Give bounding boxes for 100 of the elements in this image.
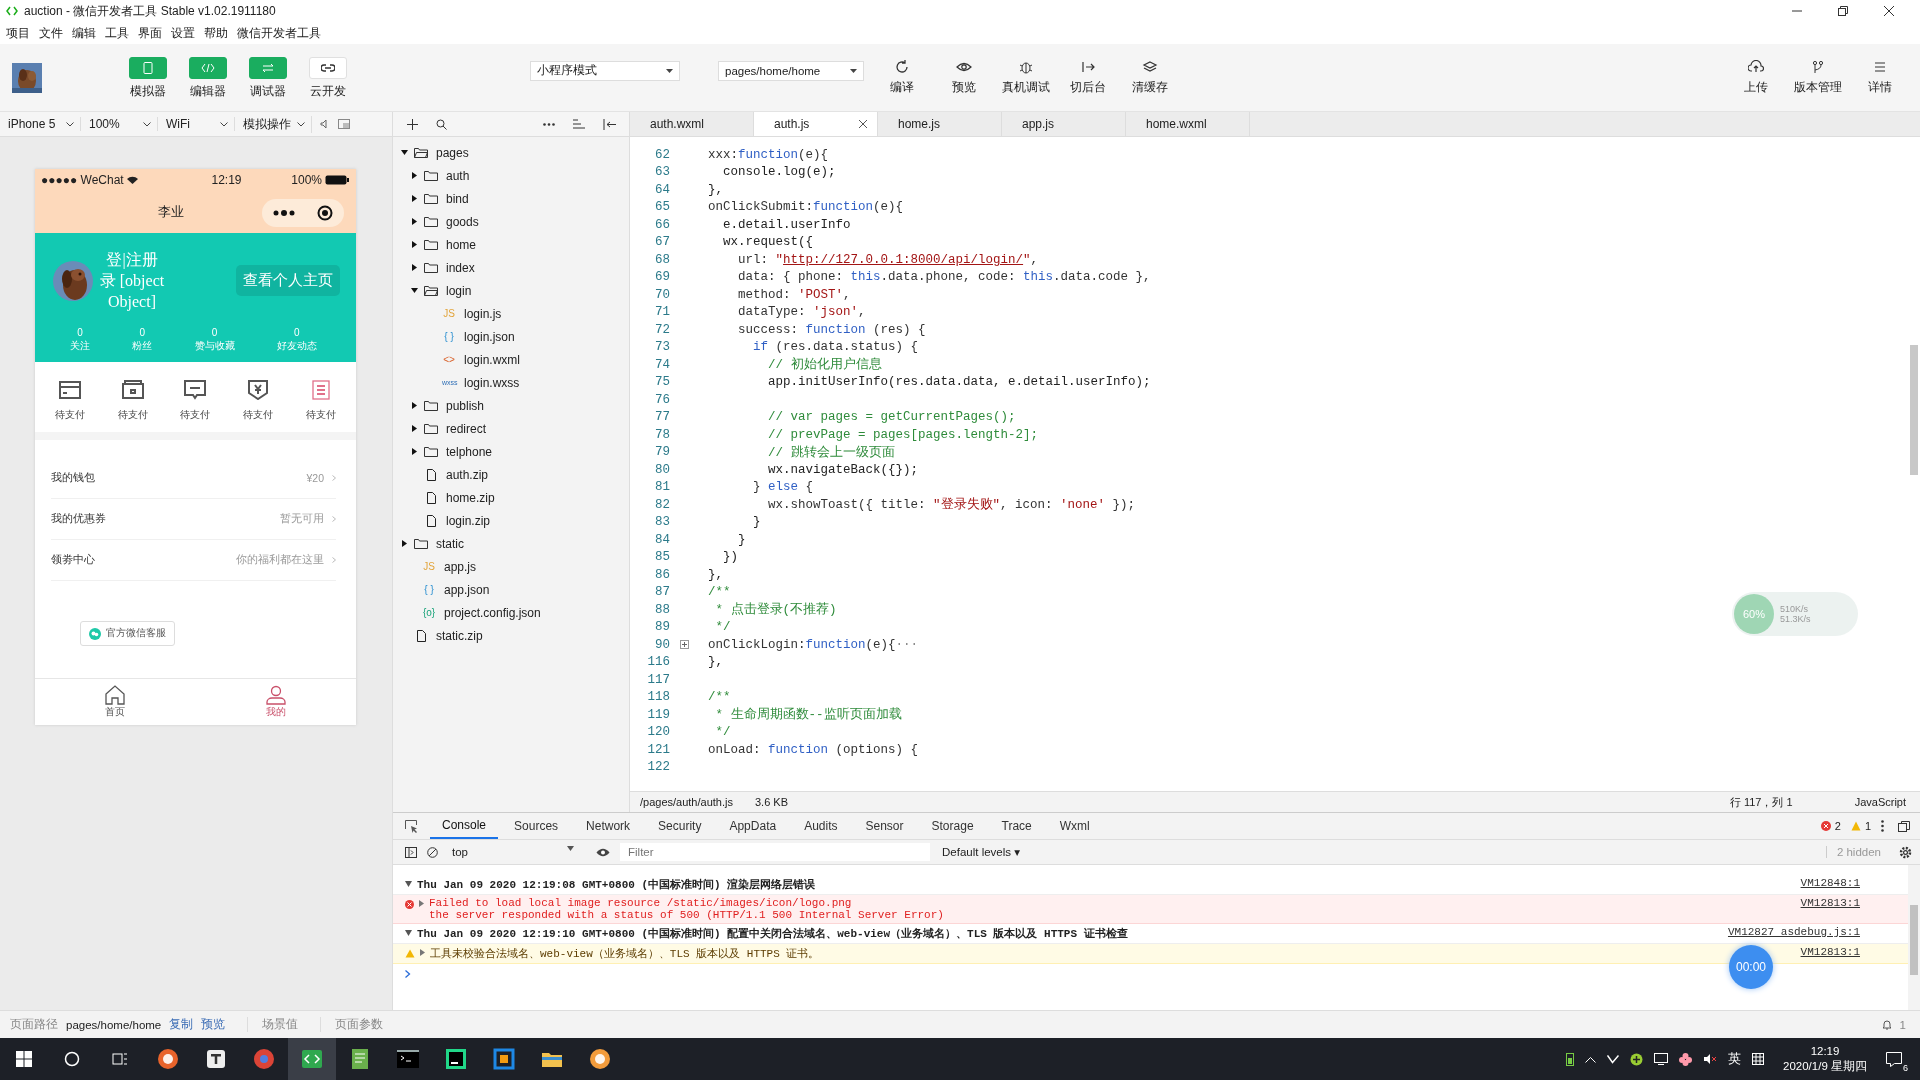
file-tree-item[interactable]: auth	[393, 164, 629, 187]
close-icon[interactable]	[1884, 6, 1894, 16]
devtools-tab[interactable]: Trace	[989, 813, 1044, 839]
file-tree-item[interactable]: static.zip	[393, 624, 629, 647]
menu-row[interactable]: 我的优惠券 暂无可用	[51, 499, 336, 540]
order-item[interactable]: 待支付	[243, 380, 274, 422]
file-tree-item[interactable]: publish	[393, 394, 629, 417]
inspect-icon[interactable]	[405, 819, 418, 833]
add-icon[interactable]	[407, 118, 418, 130]
devtools-tab[interactable]: Sensor	[853, 813, 916, 839]
menu-row[interactable]: 我的钱包 ¥20	[51, 458, 336, 499]
menu-row[interactable]: 领劵中心 你的福利都在这里	[51, 540, 336, 581]
toolbar-button[interactable]: 预览	[940, 60, 988, 95]
keyboard-grid-icon[interactable]	[1752, 1053, 1765, 1065]
file-tree-item[interactable]: home	[393, 233, 629, 256]
file-tree-item[interactable]: { } login.json	[393, 325, 629, 348]
sort-icon[interactable]	[573, 119, 585, 129]
toolbar-button[interactable]: 详情	[1856, 60, 1904, 95]
devtools-tab[interactable]: Storage	[919, 813, 986, 839]
customer-service-button[interactable]: 官方微信客服	[80, 621, 175, 646]
source-link[interactable]: VM12813:1	[1800, 897, 1860, 909]
menu-item[interactable]: 界面	[138, 24, 162, 42]
more-icon[interactable]	[543, 122, 555, 126]
expand-icon[interactable]	[679, 640, 689, 650]
clear-icon[interactable]	[427, 846, 438, 858]
expanded-arrow-icon[interactable]	[405, 881, 412, 887]
speaker-icon[interactable]	[320, 119, 330, 129]
source-link[interactable]: VM12827 asdebug.js:1	[1727, 926, 1860, 938]
restore-icon[interactable]	[1838, 6, 1848, 16]
status-link[interactable]: 复制	[169, 1017, 194, 1032]
simulator-dropdown[interactable]: 模拟操作	[243, 115, 312, 133]
task-view-icon[interactable]	[112, 1051, 128, 1067]
windows-start-icon[interactable]	[16, 1051, 32, 1067]
devtools-tab[interactable]: Sources	[502, 813, 571, 839]
editor-tab[interactable]: app.js	[1002, 112, 1126, 136]
undock-icon[interactable]	[1898, 820, 1910, 832]
search-icon[interactable]	[64, 1051, 80, 1067]
devtools-tab[interactable]: Security	[646, 813, 714, 839]
file-tree-item[interactable]: JS login.js	[393, 302, 629, 325]
filter-field[interactable]: Filter	[620, 843, 930, 861]
bell-icon[interactable]	[1881, 1019, 1892, 1030]
file-tree-item[interactable]: redirect	[393, 417, 629, 440]
devtools-tab[interactable]: Wxml	[1047, 813, 1102, 839]
muted-speaker-icon[interactable]	[1703, 1053, 1718, 1065]
mode-dropdown[interactable]: 小程序模式	[530, 60, 680, 81]
toolbar-button[interactable]: 真机调试	[1002, 60, 1050, 95]
file-tree-item[interactable]: home.zip	[393, 486, 629, 509]
taskbar-clock[interactable]: 12:19 2020/1/9 星期四	[1783, 1044, 1867, 1074]
status-link[interactable]: 预览	[201, 1017, 226, 1032]
file-tree-item[interactable]: telphone	[393, 440, 629, 463]
simulator-dropdown[interactable]: 100%	[89, 117, 158, 131]
collapse-icon[interactable]	[603, 118, 617, 130]
order-item[interactable]: 待支付	[117, 380, 148, 422]
context-dropdown[interactable]: top	[448, 846, 586, 858]
toolbar-button[interactable]: 切后台	[1064, 60, 1112, 95]
collapsed-arrow-icon[interactable]	[419, 900, 424, 907]
scrollbar-thumb[interactable]	[1910, 905, 1918, 975]
file-tree-item[interactable]: pages	[393, 141, 629, 164]
file-tree-item[interactable]: <> login.wxml	[393, 348, 629, 371]
toolbar-button[interactable]: 云开发	[298, 56, 358, 99]
menu-item[interactable]: 帮助	[204, 24, 228, 42]
menu-item[interactable]: 项目	[6, 24, 30, 42]
language-mode[interactable]: JavaScript	[1854, 796, 1906, 808]
devtools-tab[interactable]: Network	[574, 813, 643, 839]
order-item[interactable]: 待支付	[55, 380, 86, 422]
expanded-arrow-icon[interactable]	[405, 930, 412, 936]
source-link[interactable]: VM12848:1	[1800, 877, 1860, 889]
file-tree-item[interactable]: { } app.json	[393, 578, 629, 601]
file-tree-item[interactable]: index	[393, 256, 629, 279]
editor-tab[interactable]: home.wxml	[1126, 112, 1250, 136]
order-item[interactable]: 待支付	[180, 380, 211, 422]
devtools-tab[interactable]: AppData	[717, 813, 789, 839]
toolbar-button[interactable]: 编辑器	[178, 56, 238, 99]
menu-item[interactable]: 文件	[39, 24, 63, 42]
file-tree-item[interactable]: bind	[393, 187, 629, 210]
eye-icon[interactable]	[596, 847, 610, 857]
scrollbar-thumb[interactable]	[1910, 345, 1918, 475]
capsule-button[interactable]	[262, 199, 344, 227]
file-tree-item[interactable]: auth.zip	[393, 463, 629, 486]
toolbar-button[interactable]: 版本管理	[1794, 60, 1842, 95]
close-icon[interactable]	[859, 120, 867, 128]
simulator-dropdown[interactable]: iPhone 5	[8, 117, 81, 131]
prompt-icon[interactable]	[405, 970, 411, 978]
file-tree-item[interactable]: JS app.js	[393, 555, 629, 578]
devtools-tab[interactable]: Audits	[792, 813, 850, 839]
window-icon[interactable]	[338, 119, 350, 129]
order-item[interactable]: 待支付	[305, 380, 336, 422]
warning-count[interactable]: 1	[1864, 820, 1871, 832]
source-link[interactable]: VM12813:1	[1800, 946, 1860, 958]
file-tree-item[interactable]: login.zip	[393, 509, 629, 532]
levels-dropdown[interactable]: Default levels ▾	[942, 845, 1020, 859]
menu-item[interactable]: 设置	[171, 24, 195, 42]
page-dropdown[interactable]: pages/home/home	[718, 60, 864, 81]
sidebar-toggle-icon[interactable]	[405, 846, 417, 858]
menu-item[interactable]: 编辑	[72, 24, 96, 42]
simulator-dropdown[interactable]: WiFi	[166, 117, 235, 131]
more-icon[interactable]	[1881, 820, 1884, 832]
editor-tab[interactable]: home.js	[878, 112, 1002, 136]
toolbar-button[interactable]: 调试器	[238, 56, 298, 99]
settings-icon[interactable]	[1899, 845, 1912, 859]
